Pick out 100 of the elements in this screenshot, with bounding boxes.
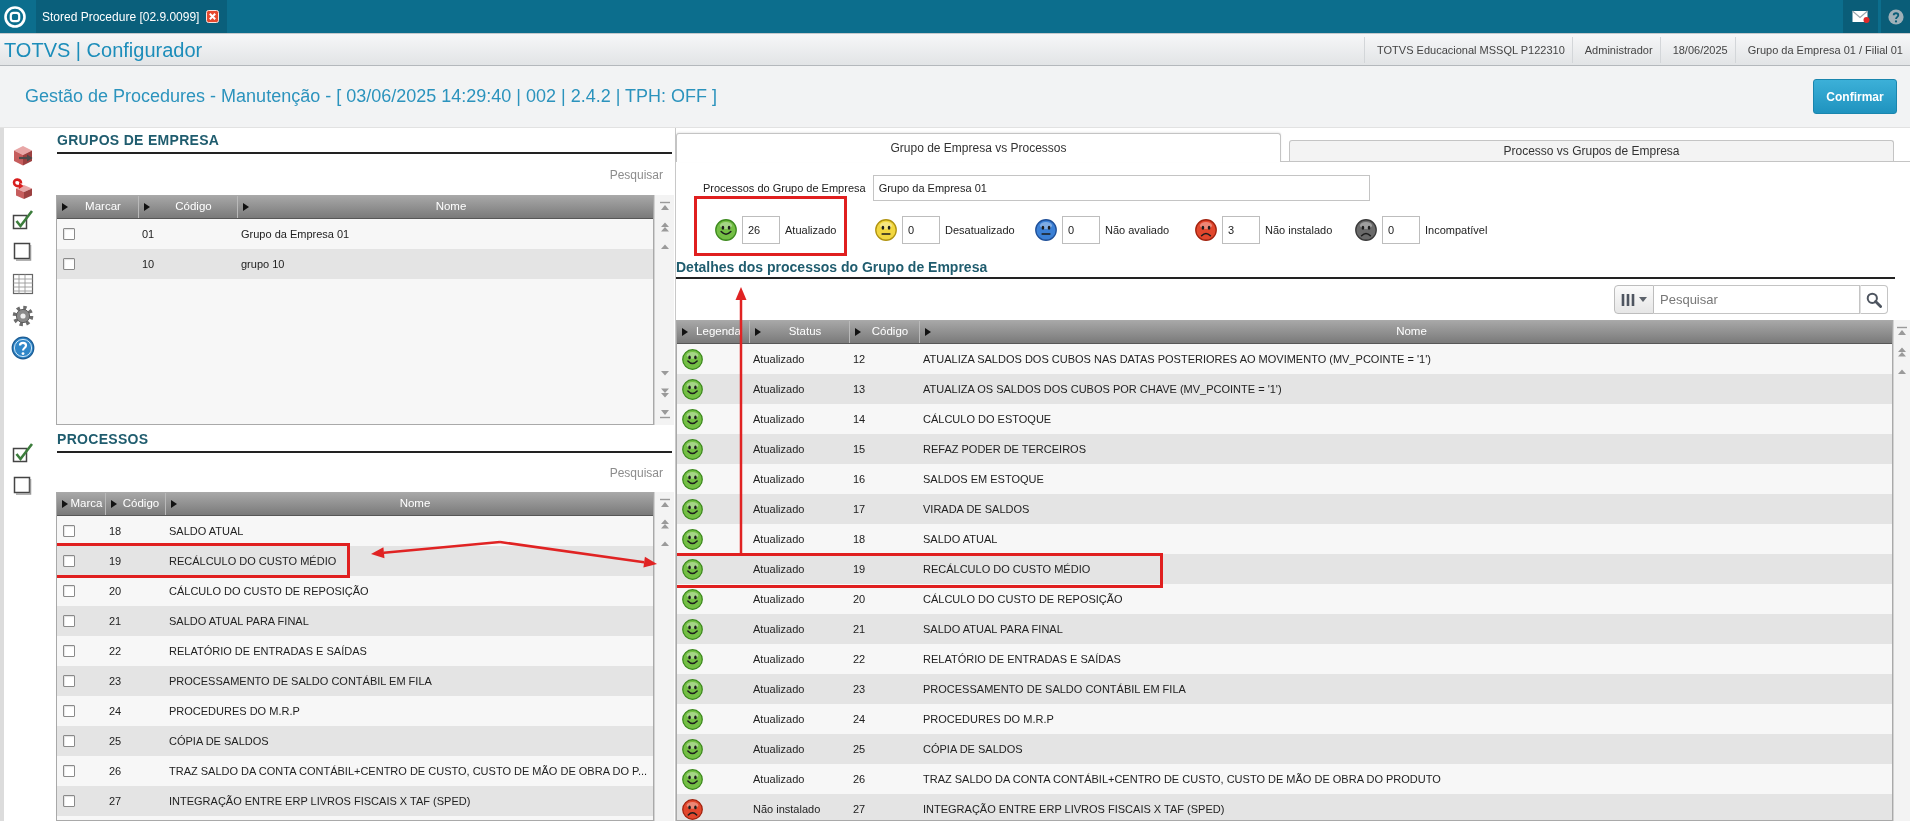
grid-icon[interactable] (11, 272, 35, 296)
count-field[interactable]: 3 (1222, 216, 1260, 244)
gear-icon[interactable] (11, 304, 35, 328)
caret-icon (171, 500, 177, 508)
count-field[interactable]: 0 (1062, 216, 1100, 244)
double-up-triangle-icon[interactable] (1896, 346, 1908, 358)
header-info: Administrador (1571, 36, 1660, 63)
double-up-triangle-icon[interactable] (658, 221, 671, 233)
table-cell-text: SALDO ATUAL PARA FINAL (922, 622, 1063, 637)
box-curved-arrow-icon[interactable] (11, 176, 35, 200)
count-field[interactable]: 0 (902, 216, 940, 244)
app-tab[interactable]: Stored Procedure [02.9.0099] (36, 0, 228, 33)
scroll-to-top-icon[interactable] (1896, 326, 1908, 338)
checkbox[interactable] (63, 795, 75, 807)
scroll-to-top-icon[interactable] (658, 201, 671, 213)
tab[interactable]: Processo vs Grupos de Empresa (1289, 140, 1894, 161)
smiley-face-icon (682, 498, 703, 520)
header-info: Grupo da Empresa 01 / Filial 01 (1734, 36, 1910, 63)
smiley-face-icon (682, 678, 703, 700)
scrollbar[interactable] (654, 195, 674, 425)
envelope-icon (1851, 9, 1870, 24)
table-row[interactable]: 23 PROCESSAMENTO DE SALDO CONTÁBIL EM FILA (57, 666, 653, 696)
search-button[interactable] (1860, 285, 1888, 314)
checkbox[interactable] (63, 765, 75, 777)
double-up-triangle-icon[interactable] (658, 518, 671, 530)
header-info: 18/06/2025 (1659, 36, 1735, 63)
scroll-to-top-icon[interactable] (658, 498, 671, 510)
count-field[interactable]: 0 (1382, 216, 1420, 244)
table-cell-text: 26 (852, 772, 867, 787)
table-row[interactable]: Atualizado 23 PROCESSAMENTO DE SALDO CONTÁBIL EM FILA (677, 674, 1892, 704)
count-field[interactable]: 26 (742, 216, 780, 244)
checkbox[interactable] (63, 228, 75, 240)
mail-button[interactable] (1843, 0, 1878, 33)
checkbox[interactable] (63, 258, 75, 270)
table-row[interactable]: 25 CÓPIA DE SALDOS (57, 726, 653, 756)
scrollbar[interactable] (1893, 320, 1910, 821)
table-cell-text: Atualizado (752, 442, 806, 457)
table-row[interactable]: Atualizado 17 VIRADA DE SALDOS (677, 494, 1892, 524)
search-field[interactable]: Pesquisar (609, 165, 663, 184)
table-row[interactable]: 27 INTEGRAÇÃO ENTRE ERP LIVROS FISCAIS X TAF (SPED) (57, 786, 653, 816)
section-heading: GRUPOS DE EMPRESA (57, 128, 672, 154)
checkmark-box-icon[interactable] (11, 441, 35, 465)
table-cell-text: Atualizado (752, 382, 806, 397)
caret-icon (855, 328, 861, 336)
smiley-face-icon (682, 408, 703, 430)
table-cell-text: PROCESSAMENTO DE SALDO CONTÁBIL EM FILA (922, 682, 1186, 697)
table-cell-text: CÁLCULO DO CUSTO DE REPOSIÇÃO (168, 584, 369, 599)
search-field[interactable]: Pesquisar (609, 463, 663, 482)
page-title: Gestão de Procedures - Manutenção - [ 03/06/2025 14:29:40 | 002 | 2.4.2 | TPH: OFF ] (25, 85, 718, 108)
table-row[interactable]: Atualizado 13 ATUALIZA OS SALDOS DOS CUBOS POR CHAVE (MV_PCOINTE = '1') (677, 374, 1892, 404)
checkbox[interactable] (63, 735, 75, 747)
checkbox[interactable] (63, 525, 75, 537)
help-icon[interactable] (11, 336, 35, 360)
checkbox[interactable] (63, 645, 75, 657)
table-row[interactable]: Atualizado 15 REFAZ PODER DE TERCEIROS (677, 434, 1892, 464)
table-cell-text: Não instalado (752, 802, 822, 817)
section-heading: Detalhes dos processos do Grupo de Empresa (676, 258, 1895, 279)
table-row[interactable]: Não instalado 27 INTEGRAÇÃO ENTRE ERP LIVROS FISCAIS X TAF (SPED) (677, 794, 1892, 820)
table-row[interactable]: 10 grupo 10 (57, 249, 653, 279)
scroll-to-bottom-icon[interactable] (658, 407, 671, 419)
search-field[interactable]: Pesquisar (1654, 285, 1860, 314)
table-cell-text: 19 (108, 554, 123, 569)
help-button[interactable] (1881, 0, 1910, 33)
checkbox[interactable] (63, 675, 75, 687)
tab[interactable]: Grupo de Empresa vs Processos (676, 133, 1281, 162)
table-cell-text: 23 (852, 682, 867, 697)
table-cell-text: REFAZ PODER DE TERCEIROS (922, 442, 1086, 457)
scrollbar[interactable] (654, 492, 674, 821)
table-cell-text: 15 (852, 442, 867, 457)
columns-button[interactable] (1614, 285, 1654, 314)
close-icon[interactable] (206, 10, 220, 23)
header-info: TOTVS Educacional MSSQL P122310 (1364, 36, 1572, 63)
table-cell-text: 22 (108, 644, 123, 659)
checkbox[interactable] (63, 555, 75, 567)
checkbox[interactable] (63, 585, 75, 597)
table-cell-text: 18 (108, 524, 123, 539)
table-cell-text: 21 (852, 622, 867, 637)
table-row[interactable]: Atualizado 25 CÓPIA DE SALDOS (677, 734, 1892, 764)
neutral-face-icon (1035, 219, 1057, 241)
group-field[interactable]: Grupo da Empresa 01 (872, 175, 1370, 201)
checkbox[interactable] (63, 705, 75, 717)
caret-icon (144, 203, 150, 211)
caret-icon (682, 328, 688, 336)
caret-icon (755, 328, 761, 336)
smiley-face-icon (682, 708, 703, 730)
table-cell-text: Atualizado (752, 532, 806, 547)
table-cell-text: 23 (108, 674, 123, 689)
table-row[interactable]: Atualizado 21 SALDO ATUAL PARA FINAL (677, 614, 1892, 644)
double-down-triangle-icon[interactable] (658, 387, 671, 399)
caret-icon (925, 328, 931, 336)
table-cell-text: 14 (852, 412, 867, 427)
box-arrow-icon[interactable] (11, 144, 35, 168)
checkmark-box-icon[interactable] (11, 208, 35, 232)
table-cell-text: 22 (852, 652, 867, 667)
smiley-face-icon (682, 768, 703, 790)
checkbox[interactable] (63, 615, 75, 627)
table-cell-text: 18 (852, 532, 867, 547)
table-cell-text: 01 (141, 227, 156, 242)
table-row[interactable]: 19 RECÁLCULO DO CUSTO MÉDIO (57, 546, 653, 576)
table-row[interactable]: 21 SALDO ATUAL PARA FINAL (57, 606, 653, 636)
